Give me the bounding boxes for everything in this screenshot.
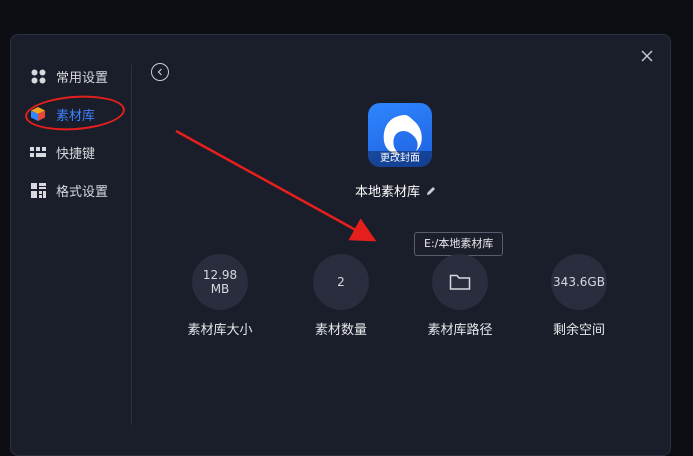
close-icon[interactable] xyxy=(638,47,656,65)
sidebar-divider xyxy=(131,65,132,425)
sidebar-item-library[interactable]: 素材库 xyxy=(11,95,131,133)
library-path-button[interactable] xyxy=(432,254,488,310)
chevron-left-icon xyxy=(157,68,162,76)
stat-library-path[interactable]: 素材库路径 xyxy=(410,254,510,338)
stat-free-space: 343.6GB 剩余空间 xyxy=(529,254,629,338)
library-name: 本地素材库 xyxy=(355,181,437,200)
change-cover-label: 更改封面 xyxy=(368,151,432,167)
library-cover[interactable]: 更改封面 xyxy=(368,103,432,167)
library-path-label: 素材库路径 xyxy=(427,323,493,338)
folder-icon xyxy=(449,274,471,290)
path-tooltip: E:/本地素材库 xyxy=(414,232,504,256)
sidebar: 常用设置 素材库 快捷键 格式设置 xyxy=(11,57,131,209)
material-count-label: 素材数量 xyxy=(314,323,367,338)
keyboard-icon xyxy=(30,144,46,160)
cube-icon xyxy=(30,106,46,122)
sidebar-item-format[interactable]: 格式设置 xyxy=(11,171,131,209)
free-space-value: 343.6GB xyxy=(551,254,607,310)
sidebar-item-shortcuts[interactable]: 快捷键 xyxy=(11,133,131,171)
sidebar-item-general[interactable]: 常用设置 xyxy=(11,57,131,95)
stat-material-count: 2 素材数量 xyxy=(291,254,391,338)
grid-icon xyxy=(30,68,46,84)
format-icon xyxy=(30,182,46,198)
edit-icon[interactable] xyxy=(425,185,437,197)
stat-library-size: 12.98 MB 素材库大小 xyxy=(170,254,270,338)
library-size-label: 素材库大小 xyxy=(187,323,253,338)
sidebar-item-label: 快捷键 xyxy=(56,146,96,162)
sidebar-item-label: 常用设置 xyxy=(56,70,109,86)
settings-dialog: 常用设置 素材库 快捷键 格式设置 更改封面 本地素材库 E:/本地素材库 12… xyxy=(10,34,671,456)
sidebar-item-label: 素材库 xyxy=(56,108,96,124)
free-space-label: 剩余空间 xyxy=(552,323,605,338)
sidebar-item-label: 格式设置 xyxy=(56,184,109,200)
back-button[interactable] xyxy=(151,63,169,81)
library-name-text: 本地素材库 xyxy=(355,185,421,200)
material-count-value: 2 xyxy=(313,254,369,310)
library-size-value: 12.98 MB xyxy=(192,254,248,310)
